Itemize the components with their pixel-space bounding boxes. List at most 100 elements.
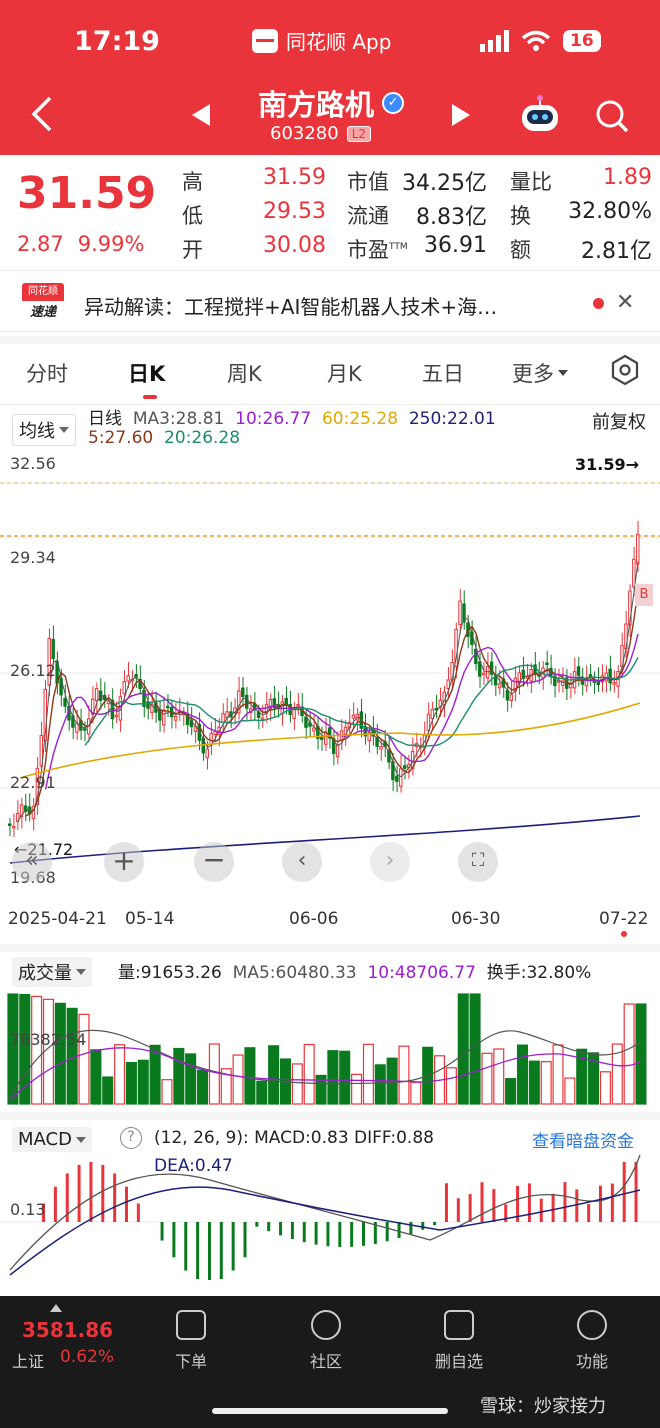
candle-body [608,668,612,684]
candle-body [636,533,640,565]
candle-body [588,674,593,677]
volume-bar [149,1044,161,1105]
turnover-value: 32.80% [568,199,652,224]
volume-bar [185,1053,197,1105]
macd-params: (12, 26, 9): [154,1128,249,1148]
candle-body [458,600,462,625]
news-strip[interactable]: 同花顺 速递 异动解读：工程搅拌+AI智能机器人技术+海… [0,270,660,332]
nav-community[interactable]: 社区 [291,1310,361,1372]
volume-bar [481,1052,493,1105]
app-header: 17:19 同花顺 App 16 南方路机 ✓ 603280 L2 [0,0,660,155]
volume-bar [599,1071,611,1105]
stock-title: 南方路机 ✓ [258,82,405,124]
macd-legend: (12, 26, 9): MACD:0.83 DIFF:0.88 [154,1128,434,1148]
candle-body [8,823,12,826]
collapse-left-icon[interactable]: « [12,842,52,882]
volume-bar [327,1050,339,1105]
volume-bar [351,1073,363,1105]
nav-order[interactable]: 下单 [156,1310,226,1372]
next-stock-button[interactable] [452,104,470,126]
candle-body [426,713,431,731]
high-value: 31.59 [263,165,326,190]
zoom-in-icon[interactable]: + [104,842,144,882]
candle-body [260,717,265,721]
volume-bar [339,1050,351,1105]
back-arrow-icon[interactable] [28,94,58,134]
volume-ratio-label: 量比 [510,170,552,194]
volume-bar [398,1045,410,1105]
today-dot-icon [621,931,627,937]
nav-remove-watchlist[interactable]: 删自选 [424,1310,494,1372]
diff-value: DIFF:0.88 [354,1128,434,1148]
kline-chart[interactable] [0,448,660,898]
volume-bar [564,1077,576,1105]
chevron-down-icon [59,427,69,433]
candle-body [173,716,178,721]
candle-body [296,703,300,707]
dark-pool-link[interactable]: 查看暗盘资金 [532,1127,634,1152]
candle-body [94,688,99,702]
search-icon[interactable] [594,98,630,134]
candle-body [505,690,510,701]
ma-selector[interactable]: 均线 [12,414,76,446]
candle-body [245,694,249,709]
tab-daily-k[interactable]: 日K [128,358,165,388]
adjust-mode-button[interactable]: 前复权 [592,408,646,434]
volume-bar [505,1078,517,1105]
index-value[interactable]: 3581.86 [22,1318,113,1342]
tab-intraday[interactable]: 分时 [26,358,68,388]
tab-more[interactable]: 更多 [512,358,568,388]
volume-chart[interactable] [0,982,660,1107]
tab-monthly-k[interactable]: 月K [327,358,362,388]
amount-value: 2.81亿 [581,239,652,264]
news-headline: 异动解读：工程搅拌+AI智能机器人技术+海… [84,295,498,319]
volume-bar [197,1069,209,1105]
macd-chart[interactable] [0,1150,660,1280]
x-label-2: 05-14 [125,909,175,929]
candle-body [399,768,403,787]
macd-selector[interactable]: MACD [12,1127,92,1152]
nav-functions[interactable]: 功能 [557,1310,627,1372]
verified-icon: ✓ [382,92,405,114]
candle-body [379,746,383,750]
stock-name-text: 南方路机 [258,88,375,122]
tab-five-day[interactable]: 五日 [422,358,464,388]
candle-body [351,714,356,719]
candle-body [221,713,225,723]
candle-body [482,672,486,676]
candle-body [162,709,166,726]
expand-up-icon[interactable] [50,1304,62,1312]
current-price: 31.59 [17,168,157,219]
scroll-left-icon[interactable]: ‹ [282,842,322,882]
zoom-out-icon[interactable]: − [194,842,234,882]
help-icon[interactable]: ? [120,1127,142,1149]
volume-ratio-value: 1.89 [603,165,652,190]
candle-body [11,825,16,829]
candle-body [335,744,340,758]
index-name: 上证 [12,1352,45,1371]
change-amount: 2.87 [17,232,64,256]
close-icon[interactable]: ✕ [616,290,634,315]
volume-legend: 量:91653.26 MA5:60480.33 10:48706.77 换手:3… [118,958,591,983]
ma60-value: 60:25.28 [321,409,399,429]
low-value: 29.53 [263,199,326,224]
tab-more-label: 更多 [512,362,554,386]
tab-weekly-k[interactable]: 周K [227,358,262,388]
robot-assistant-icon[interactable] [518,95,562,135]
pe-value: 36.91 [424,233,487,258]
market-cap-value: 34.25亿 [402,171,487,196]
candle-body [126,675,130,682]
volume-bar [362,1043,374,1105]
volume-bar [54,1002,66,1105]
scroll-right-icon[interactable]: › [370,842,410,882]
chevron-down-icon [75,1136,86,1143]
fullscreen-icon[interactable]: ⛶ [458,842,498,882]
prev-stock-button[interactable] [192,104,210,126]
ma10-line [44,633,639,790]
candle-body [213,731,217,736]
status-time: 17:19 [74,26,160,57]
x-label-1: 2025-04-21 [8,909,107,929]
settings-hexagon-icon[interactable] [609,354,641,386]
volume-bar [493,1048,505,1105]
volume-bar [445,1067,457,1105]
